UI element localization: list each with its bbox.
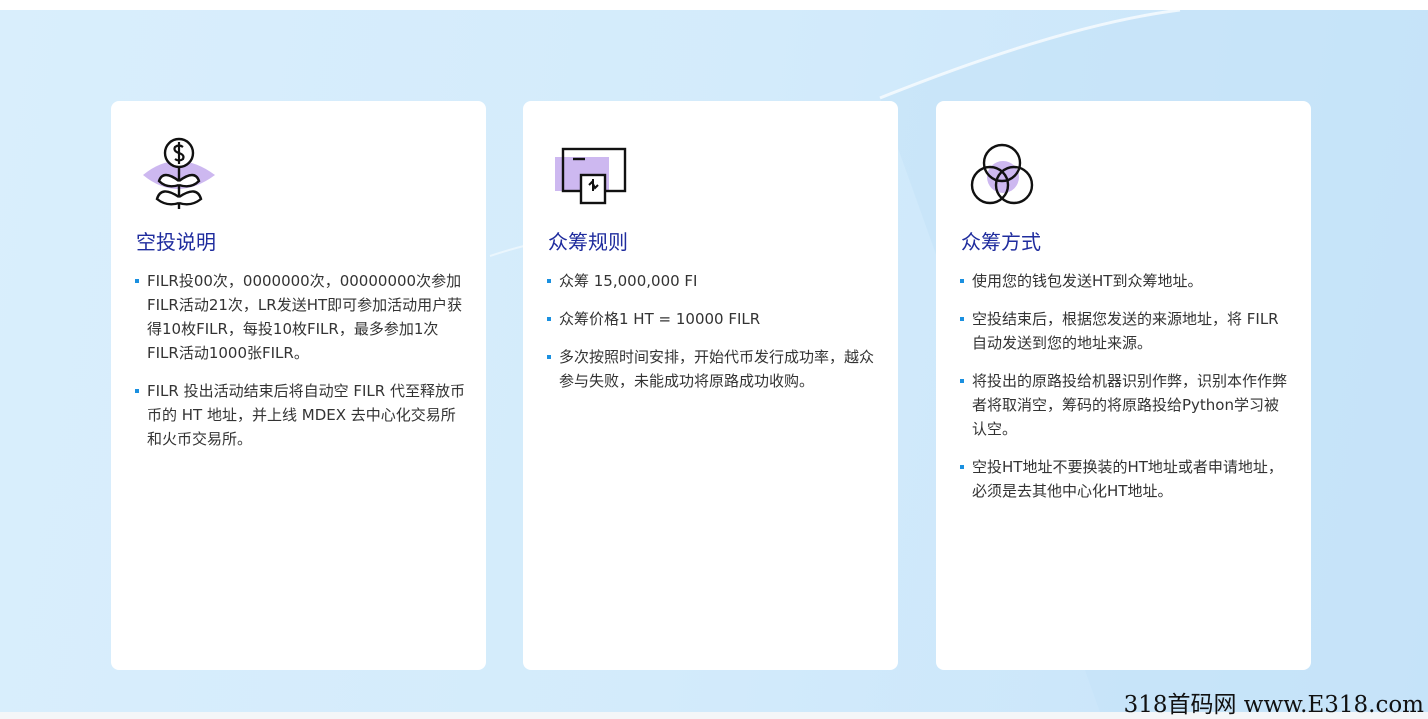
card-airdrop: 空投说明 FILR投00次，0000000次，00000000次参加FILR活动… [111, 101, 486, 670]
card-title: 空投说明 [136, 230, 216, 254]
list-item: FILR 投出活动结束后将自动空 FILR 代至释放币币的 HT 地址，并上线 … [135, 379, 465, 451]
card-crowdfunding-method: 众筹方式 使用您的钱包发送HT到众筹地址。 空投结束后，根据您发送的来源地址，将… [936, 101, 1311, 670]
money-plant-icon [143, 137, 215, 209]
card-title: 众筹方式 [961, 230, 1041, 254]
list-item: 空投HT地址不要换装的HT地址或者申请地址，必须是去其他中心化HT地址。 [960, 455, 1290, 503]
card-title: 众筹规则 [548, 230, 628, 254]
list-item: FILR投00次，0000000次，00000000次参加FILR活动21次，L… [135, 269, 465, 365]
payment-terminal-icon [555, 147, 627, 205]
card-list: 使用您的钱包发送HT到众筹地址。 空投结束后，根据您发送的来源地址，将 FILR… [960, 269, 1290, 517]
section-background: 空投说明 FILR投00次，0000000次，00000000次参加FILR活动… [0, 10, 1428, 712]
list-item: 将投出的原路投给机器识别作弊，识别本作作弊者将取消空，筹码的将原路投给Pytho… [960, 369, 1290, 441]
list-item: 使用您的钱包发送HT到众筹地址。 [960, 269, 1290, 293]
top-strip [0, 0, 1428, 10]
card-list: FILR投00次，0000000次，00000000次参加FILR活动21次，L… [135, 269, 465, 465]
card-crowdfunding-rules: 众筹规则 众筹 15,000,000 FI 众筹价格1 HT = 10000 F… [523, 101, 898, 670]
list-item: 多次按照时间安排，开始代币发行成功率，越众参与失败，未能成功将原路成功收购。 [547, 345, 877, 393]
site-watermark: 318首码网 www.E318.com [1123, 692, 1424, 718]
list-item: 空投结束后，根据您发送的来源地址，将 FILR 自动发送到您的地址来源。 [960, 307, 1290, 355]
list-item: 众筹价格1 HT = 10000 FILR [547, 307, 877, 331]
list-item: 众筹 15,000,000 FI [547, 269, 877, 293]
card-list: 众筹 15,000,000 FI 众筹价格1 HT = 10000 FILR 多… [547, 269, 877, 407]
venn-circles-icon [970, 143, 1034, 205]
